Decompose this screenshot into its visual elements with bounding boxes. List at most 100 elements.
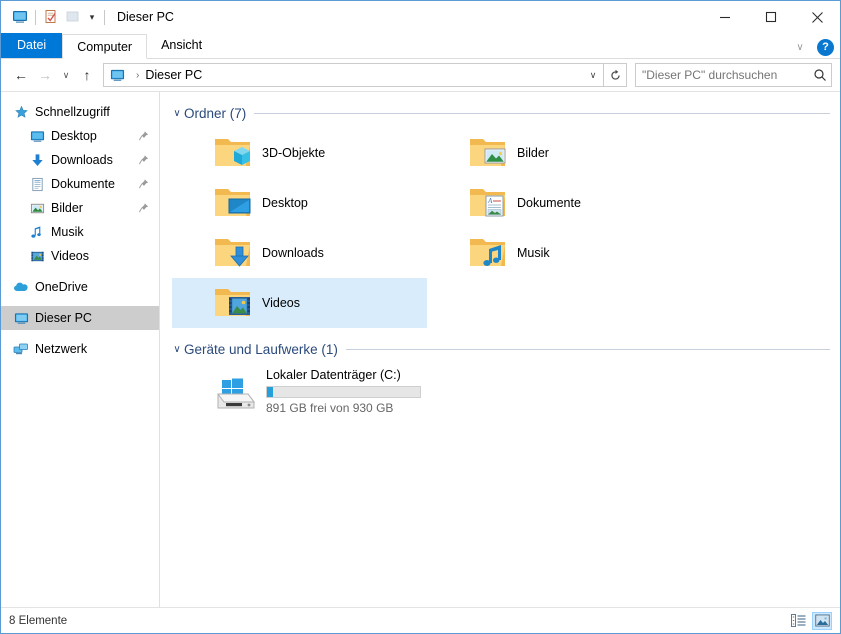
recent-locations-button[interactable]: ∨ [57, 63, 75, 87]
list-item[interactable]: Musik [427, 228, 682, 278]
sidebar-item-onedrive[interactable]: OneDrive [1, 275, 159, 299]
downloads-icon [27, 153, 47, 168]
desktop-icon [27, 129, 47, 144]
folder-downloads-icon [210, 233, 256, 273]
search-input[interactable] [636, 67, 809, 83]
item-count-label: 8 Elemente [9, 614, 68, 627]
sidebar-item-label: OneDrive [35, 280, 88, 294]
status-bar: 8 Elemente [1, 607, 840, 633]
pin-icon[interactable] [138, 155, 149, 166]
drive-tiles: Lokaler Datenträger (C:) 891 GB frei von… [160, 360, 840, 415]
properties-icon[interactable] [40, 6, 62, 28]
this-pc-icon [11, 311, 31, 326]
svg-text:A: A [487, 197, 493, 205]
folder-pictures-icon [465, 133, 511, 173]
sidebar-item-dokumente[interactable]: Dokumente [1, 172, 159, 196]
pin-icon[interactable] [138, 203, 149, 214]
sidebar-item-label: Dokumente [51, 177, 115, 191]
star-icon [11, 105, 31, 120]
sidebar-item-label: Videos [51, 249, 89, 263]
view-mode-buttons [788, 611, 832, 630]
list-item[interactable]: Lokaler Datenträger (C:) 891 GB frei von… [172, 368, 427, 415]
item-label: Bilder [517, 146, 549, 160]
sidebar-item-musik[interactable]: Musik [1, 220, 159, 244]
ribbon-right-controls: ∨ ? [791, 39, 834, 56]
drive-name: Lokaler Datenträger (C:) [266, 368, 401, 382]
file-list-pane: ∨ Ordner (7) 3D-Objekte Bilder Desktop A… [160, 92, 840, 607]
list-item[interactable]: Bilder [427, 128, 682, 178]
sidebar-item-netzwerk[interactable]: Netzwerk [1, 337, 159, 361]
title-bar: ▾ Dieser PC [1, 1, 840, 33]
item-label: 3D-Objekte [262, 146, 326, 160]
breadcrumb-separator: › [136, 69, 140, 81]
item-label: Downloads [262, 246, 324, 260]
search-icon[interactable] [809, 68, 831, 82]
group-header-geraete[interactable]: ∨ Geräte und Laufwerke (1) [170, 338, 830, 360]
window-controls [702, 1, 840, 33]
pin-icon[interactable] [138, 179, 149, 190]
ribbon-tab-bar: Datei Computer Ansicht ∨ ? [1, 33, 840, 59]
file-explorer-window: ▾ Dieser PC Datei Computer Ansicht ∨ ? ←… [0, 0, 841, 634]
address-bar[interactable]: › Dieser PC ∨ [103, 63, 604, 87]
address-bar-row: ← → ∨ ↑ › Dieser PC ∨ [1, 59, 840, 91]
group-title: Geräte und Laufwerke (1) [184, 341, 338, 357]
tab-computer[interactable]: Computer [62, 34, 148, 59]
group-header-ordner[interactable]: ∨ Ordner (7) [170, 102, 830, 124]
item-label: Desktop [262, 196, 308, 210]
this-pc-icon [110, 68, 125, 83]
chevron-down-icon[interactable]: ∨ [170, 108, 184, 119]
sidebar-item-desktop[interactable]: Desktop [1, 124, 159, 148]
folder-documents-icon: A [465, 183, 511, 223]
large-icons-view-button[interactable] [812, 611, 832, 630]
qat-divider-2 [104, 9, 105, 25]
sidebar-item-label: Bilder [51, 201, 83, 215]
sidebar-item-label: Netzwerk [35, 342, 88, 356]
folder-3d-objects-icon [210, 133, 256, 173]
new-folder-icon[interactable] [62, 6, 84, 28]
refresh-button[interactable] [604, 63, 627, 87]
pictures-icon [27, 201, 47, 216]
sidebar-item-dieser-pc[interactable]: Dieser PC [1, 306, 159, 330]
music-icon [27, 225, 47, 240]
chevron-down-icon[interactable]: ∨ [791, 42, 809, 53]
qat-dropdown-icon[interactable]: ▾ [84, 6, 100, 28]
list-item[interactable]: Downloads [172, 228, 427, 278]
item-label: Dokumente [517, 196, 581, 210]
this-pc-icon[interactable] [9, 6, 31, 28]
help-icon[interactable]: ? [817, 39, 834, 56]
minimize-button[interactable] [702, 1, 748, 33]
hard-drive-windows-icon [210, 372, 262, 412]
window-title: Dieser PC [117, 10, 174, 24]
chevron-down-icon[interactable]: ∨ [170, 344, 184, 355]
search-box[interactable] [635, 63, 832, 87]
network-icon [11, 341, 31, 357]
back-button[interactable]: ← [9, 63, 33, 87]
sidebar-item-bilder[interactable]: Bilder [1, 196, 159, 220]
up-button[interactable]: ↑ [75, 63, 99, 87]
forward-button[interactable]: → [33, 63, 57, 87]
videos-icon [27, 249, 47, 264]
sidebar-item-schnellzugriff[interactable]: Schnellzugriff [1, 100, 159, 124]
sidebar-item-videos[interactable]: Videos [1, 244, 159, 268]
close-button[interactable] [794, 1, 840, 33]
breadcrumb[interactable]: Dieser PC [145, 68, 202, 82]
tab-datei[interactable]: Datei [1, 33, 63, 58]
details-view-button[interactable] [788, 612, 808, 630]
address-dropdown-icon[interactable]: ∨ [583, 70, 603, 81]
navigation-pane: Schnellzugriff Desktop Downloads Dokumen… [1, 92, 160, 607]
sidebar-item-label: Desktop [51, 129, 97, 143]
list-item[interactable]: 3D-Objekte [172, 128, 427, 178]
folder-tiles: 3D-Objekte Bilder Desktop A Dokumente Do… [160, 124, 840, 328]
sidebar-item-label: Downloads [51, 153, 113, 167]
maximize-button[interactable] [748, 1, 794, 33]
tab-ansicht[interactable]: Ansicht [147, 33, 216, 58]
list-item[interactable]: Videos [172, 278, 427, 328]
pin-icon[interactable] [138, 131, 149, 142]
list-item[interactable]: A Dokumente [427, 178, 682, 228]
sidebar-item-downloads[interactable]: Downloads [1, 148, 159, 172]
onedrive-icon [11, 279, 31, 295]
list-item[interactable]: Desktop [172, 178, 427, 228]
